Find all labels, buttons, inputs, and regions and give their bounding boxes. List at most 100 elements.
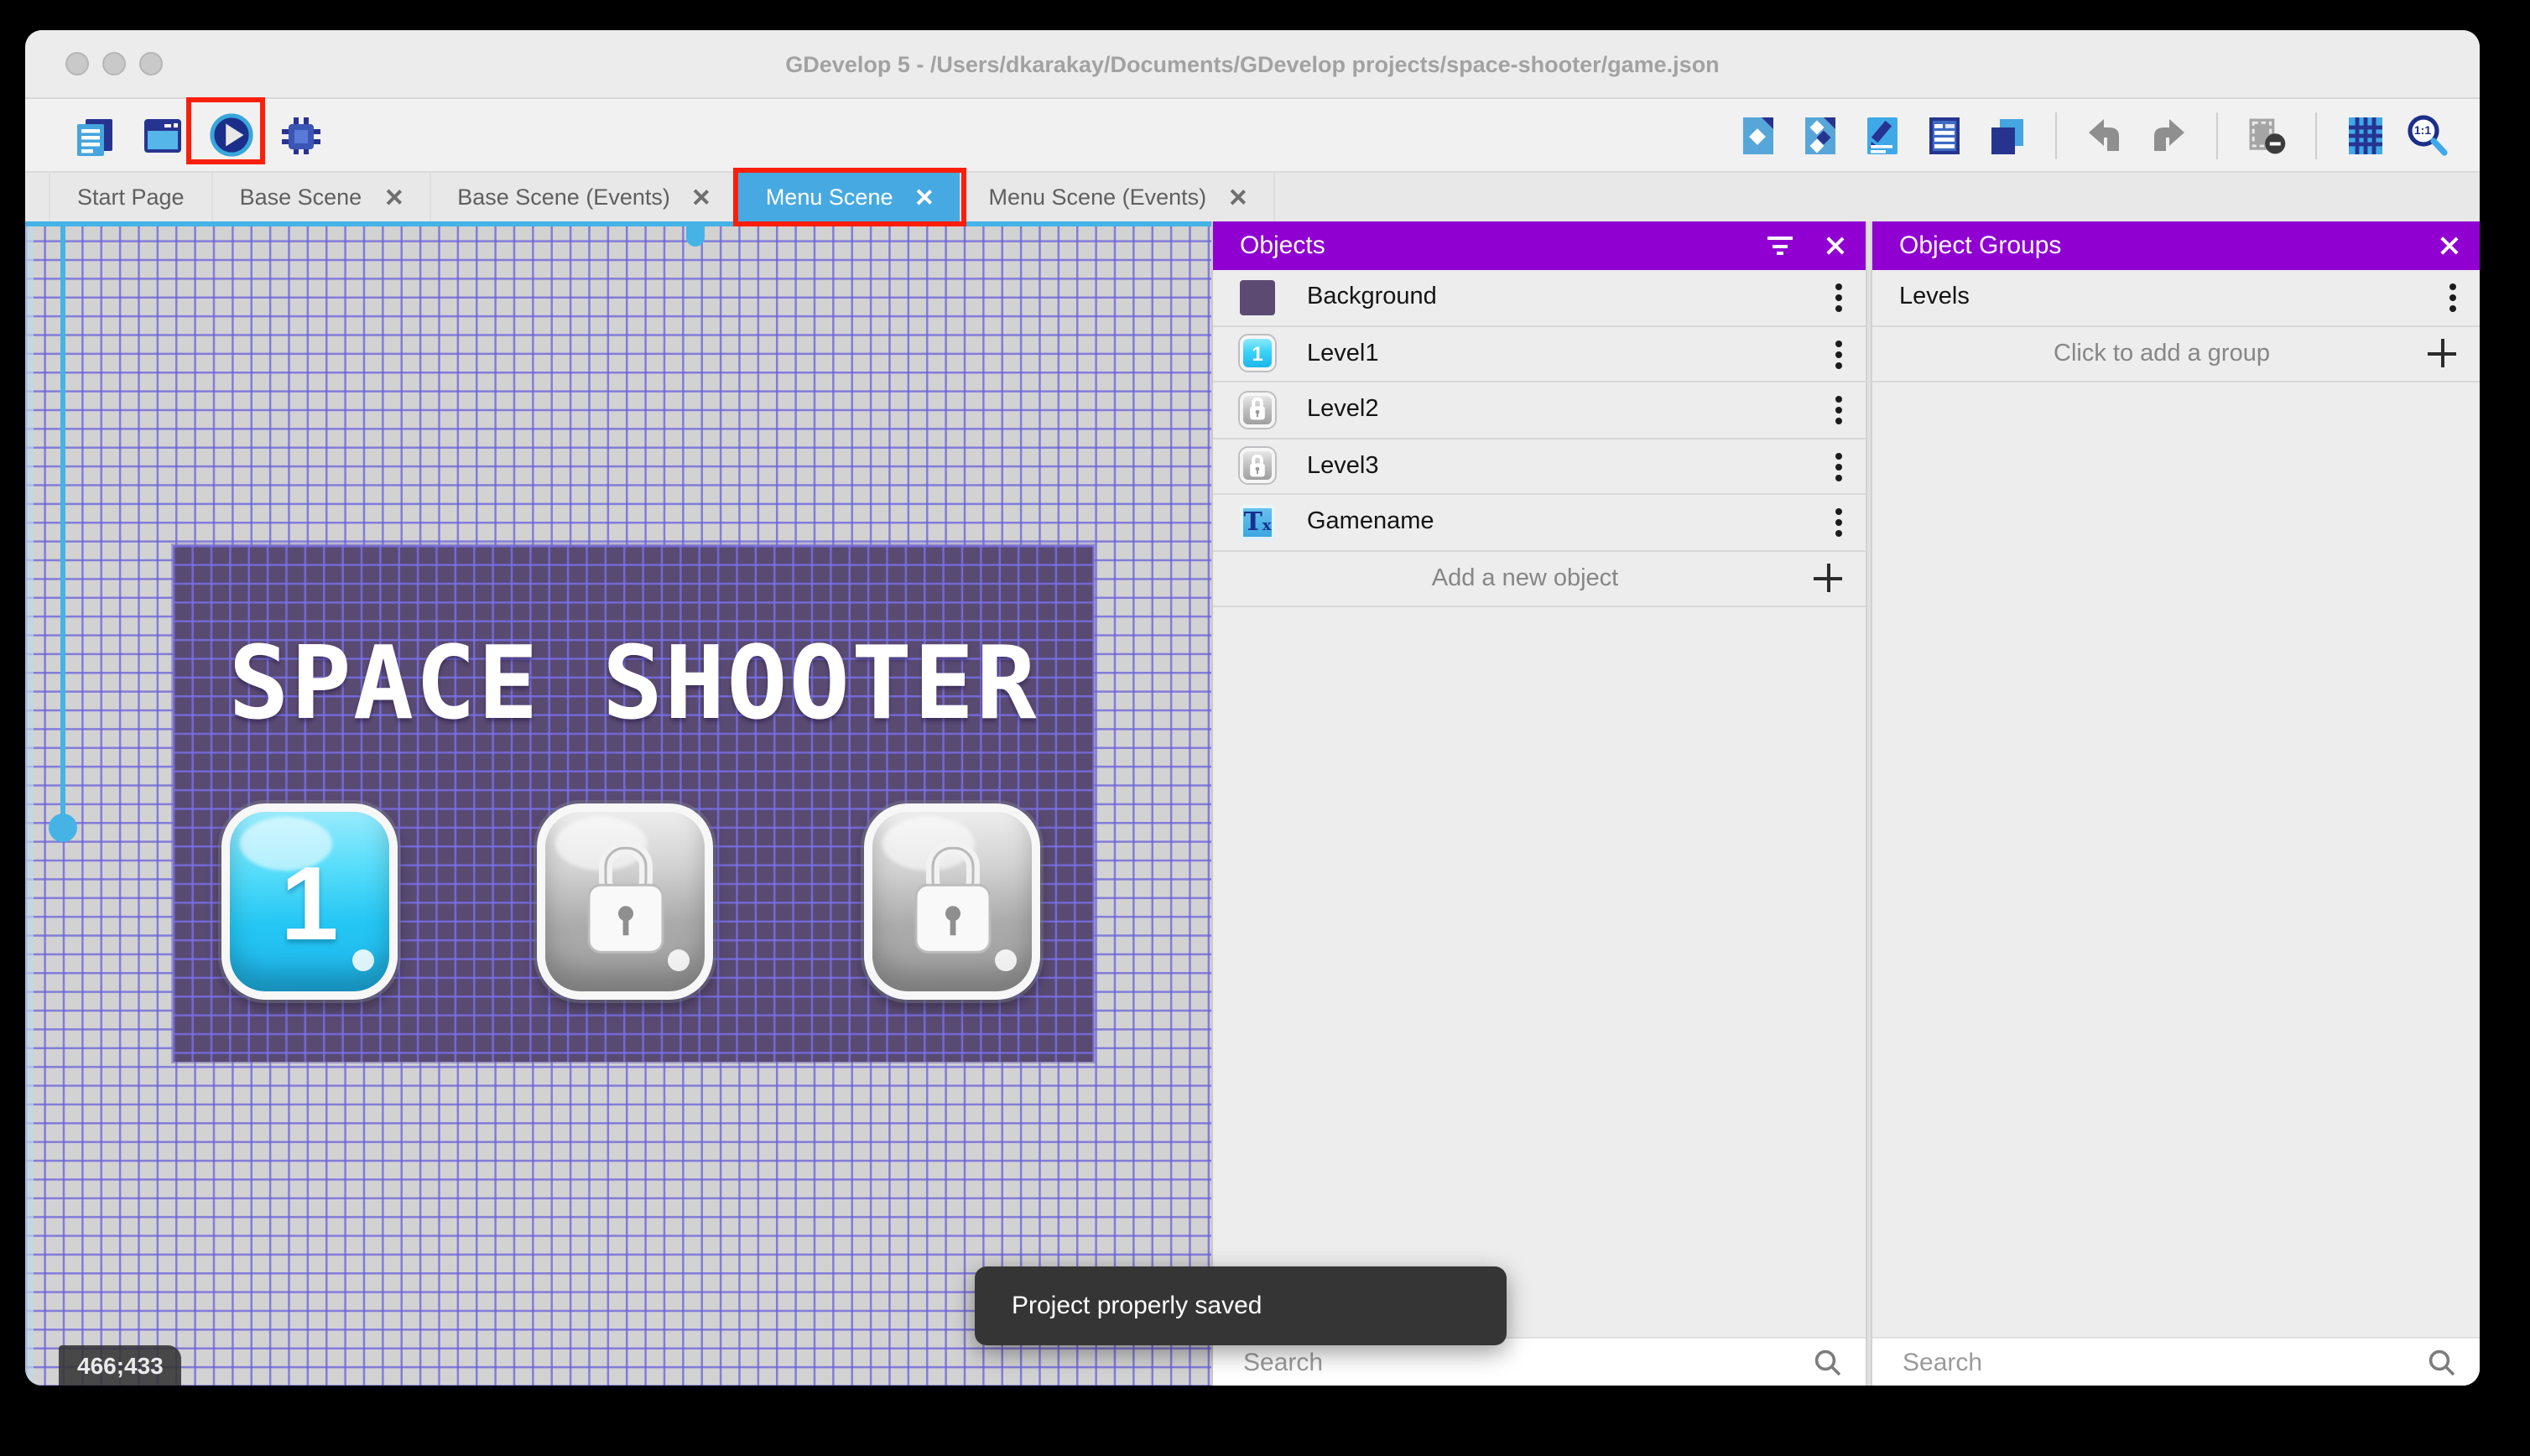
grid-icon[interactable] [2344,113,2387,157]
level-1-button-icon: 1 [1240,335,1275,372]
add-icon[interactable] [2428,339,2456,368]
toggle-mask-icon[interactable] [2245,113,2288,157]
group-name: Levels [1899,283,1970,311]
zoom-reset-label: 1:1 [2413,125,2432,137]
close-icon[interactable] [383,188,402,206]
groups-search-bar [1872,1337,2480,1386]
toolbar-separator [2216,112,2218,159]
tab-label: Menu Scene (Events) [988,185,1207,210]
groups-search-input[interactable] [1899,1347,2428,1379]
overflow-menu-icon[interactable] [2449,283,2456,291]
add-multiple-objects-icon[interactable] [1799,113,1842,157]
main-content: SPACE SHOOTER 1 466;433 Objects Backgrou… [25,221,2480,1386]
object-row-background[interactable]: Background [1213,270,1866,326]
object-name: Level1 [1307,340,1379,367]
game-title-text[interactable]: SPACE SHOOTER [173,626,1094,743]
tab-menu-scene-events[interactable]: Menu Scene (Events) [962,173,1276,221]
tab-base-scene-events[interactable]: Base Scene (Events) [430,173,739,221]
toolbar-right-group: 1:1 [1736,112,2449,159]
object-row-level3[interactable]: Level3 [1213,439,1866,495]
minimize-window-button[interactable] [102,52,126,75]
locked-level-button-icon [1240,392,1275,428]
overflow-menu-icon[interactable] [1835,508,1842,516]
lock-icon [586,840,664,953]
project-manager-icon[interactable] [72,113,116,157]
tab-start-page[interactable]: Start Page [49,173,213,221]
add-object-icon[interactable] [1736,113,1780,157]
toolbar-separator [2055,112,2057,159]
add-group-row[interactable]: Click to add a group [1872,326,2480,382]
level-2-locked-button[interactable] [537,803,713,1000]
close-icon[interactable] [692,188,711,206]
group-row-levels[interactable]: Levels [1872,270,2480,326]
groups-list: Levels Click to add a group [1872,270,2480,382]
horizontal-scroll-indicator[interactable] [25,221,1211,226]
overflow-menu-icon[interactable] [1835,396,1842,403]
gdevelop-window: GDevelop 5 - /Users/dkarakay/Documents/G… [25,30,2480,1386]
object-name: Background [1307,283,1437,311]
add-icon[interactable] [1814,564,1842,593]
scene-editor-canvas[interactable]: SPACE SHOOTER 1 466;433 [25,221,1211,1386]
undo-icon[interactable] [2084,113,2127,157]
toolbar-left-group [72,96,322,164]
background-sprite-icon [1240,279,1275,315]
tab-label: Start Page [77,185,185,210]
object-row-level1[interactable]: 1 Level1 [1213,326,1866,382]
screenshot-stage: GDevelop 5 - /Users/dkarakay/Documents/G… [0,0,2530,1456]
toolbar-separator [2315,112,2317,159]
objects-panel: Objects Background 1 Level1 Level2 Level… [1211,221,1866,1386]
filter-icon[interactable] [1767,237,1792,255]
vertical-scroll-indicator[interactable] [60,221,65,827]
close-window-button[interactable] [65,52,89,75]
edit-properties-icon[interactable] [1861,113,1904,157]
vertical-scroll-handle[interactable] [49,814,77,842]
open-preview-window-icon[interactable] [141,113,185,157]
object-name: Gamename [1307,508,1434,536]
level-1-button[interactable]: 1 [221,803,398,1000]
object-row-level2[interactable]: Level2 [1213,382,1866,439]
level-number: 1 [280,847,339,963]
instances-list-icon[interactable] [1923,113,1966,157]
button-sparkle [995,949,1018,972]
overflow-menu-icon[interactable] [1835,452,1842,460]
locked-level-button-icon [1240,448,1275,484]
object-groups-panel-header: Object Groups [1872,221,2480,270]
title-bar: GDevelop 5 - /Users/dkarakay/Documents/G… [25,30,2480,99]
close-icon[interactable] [1228,188,1247,206]
window-title: GDevelop 5 - /Users/dkarakay/Documents/G… [785,51,1720,76]
overflow-menu-icon[interactable] [1835,283,1842,291]
horizontal-scroll-handle[interactable] [686,225,705,247]
groups-panel-empty-area [1872,382,2480,1337]
overflow-menu-icon[interactable] [1835,340,1842,347]
panel-resize-divider[interactable] [1866,221,1872,1386]
panel-title: Object Groups [1899,231,2062,260]
object-name: Level2 [1307,396,1379,424]
close-icon[interactable] [1824,235,1845,257]
zoom-reset-icon[interactable]: 1:1 [2406,113,2449,157]
objects-list: Background 1 Level1 Level2 Level3 T x Ga… [1213,270,1866,607]
redo-icon[interactable] [2146,113,2189,157]
zoom-window-button[interactable] [139,52,163,75]
tab-menu-scene[interactable]: Menu Scene [738,173,962,221]
tab-label: Base Scene (Events) [457,185,670,210]
close-icon[interactable] [2438,235,2460,257]
objects-search-input[interactable] [1240,1347,1814,1379]
tab-base-scene[interactable]: Base Scene [213,173,431,221]
menu-scene-background[interactable]: SPACE SHOOTER 1 [173,545,1094,1062]
object-row-gamename[interactable]: Tx Gamename [1213,495,1866,551]
main-toolbar: 1:1 [25,96,2480,173]
add-object-row[interactable]: Add a new object [1213,551,1866,607]
cursor-coordinates: 466;433 [59,1345,182,1386]
text-object-icon: Tx [1240,504,1275,540]
level-3-locked-button[interactable] [864,803,1040,1000]
lock-icon [914,840,991,953]
layers-icon[interactable] [1985,113,2028,157]
close-icon[interactable] [915,188,934,206]
add-group-label: Click to add a group [2054,340,2270,367]
debug-icon[interactable] [279,113,322,157]
search-icon [1814,1349,1841,1376]
canvas-left-edge [25,221,34,1386]
panel-title: Objects [1240,231,1325,260]
object-groups-panel: Object Groups Levels Click to add a grou… [1872,221,2480,1386]
play-button[interactable] [186,96,265,164]
